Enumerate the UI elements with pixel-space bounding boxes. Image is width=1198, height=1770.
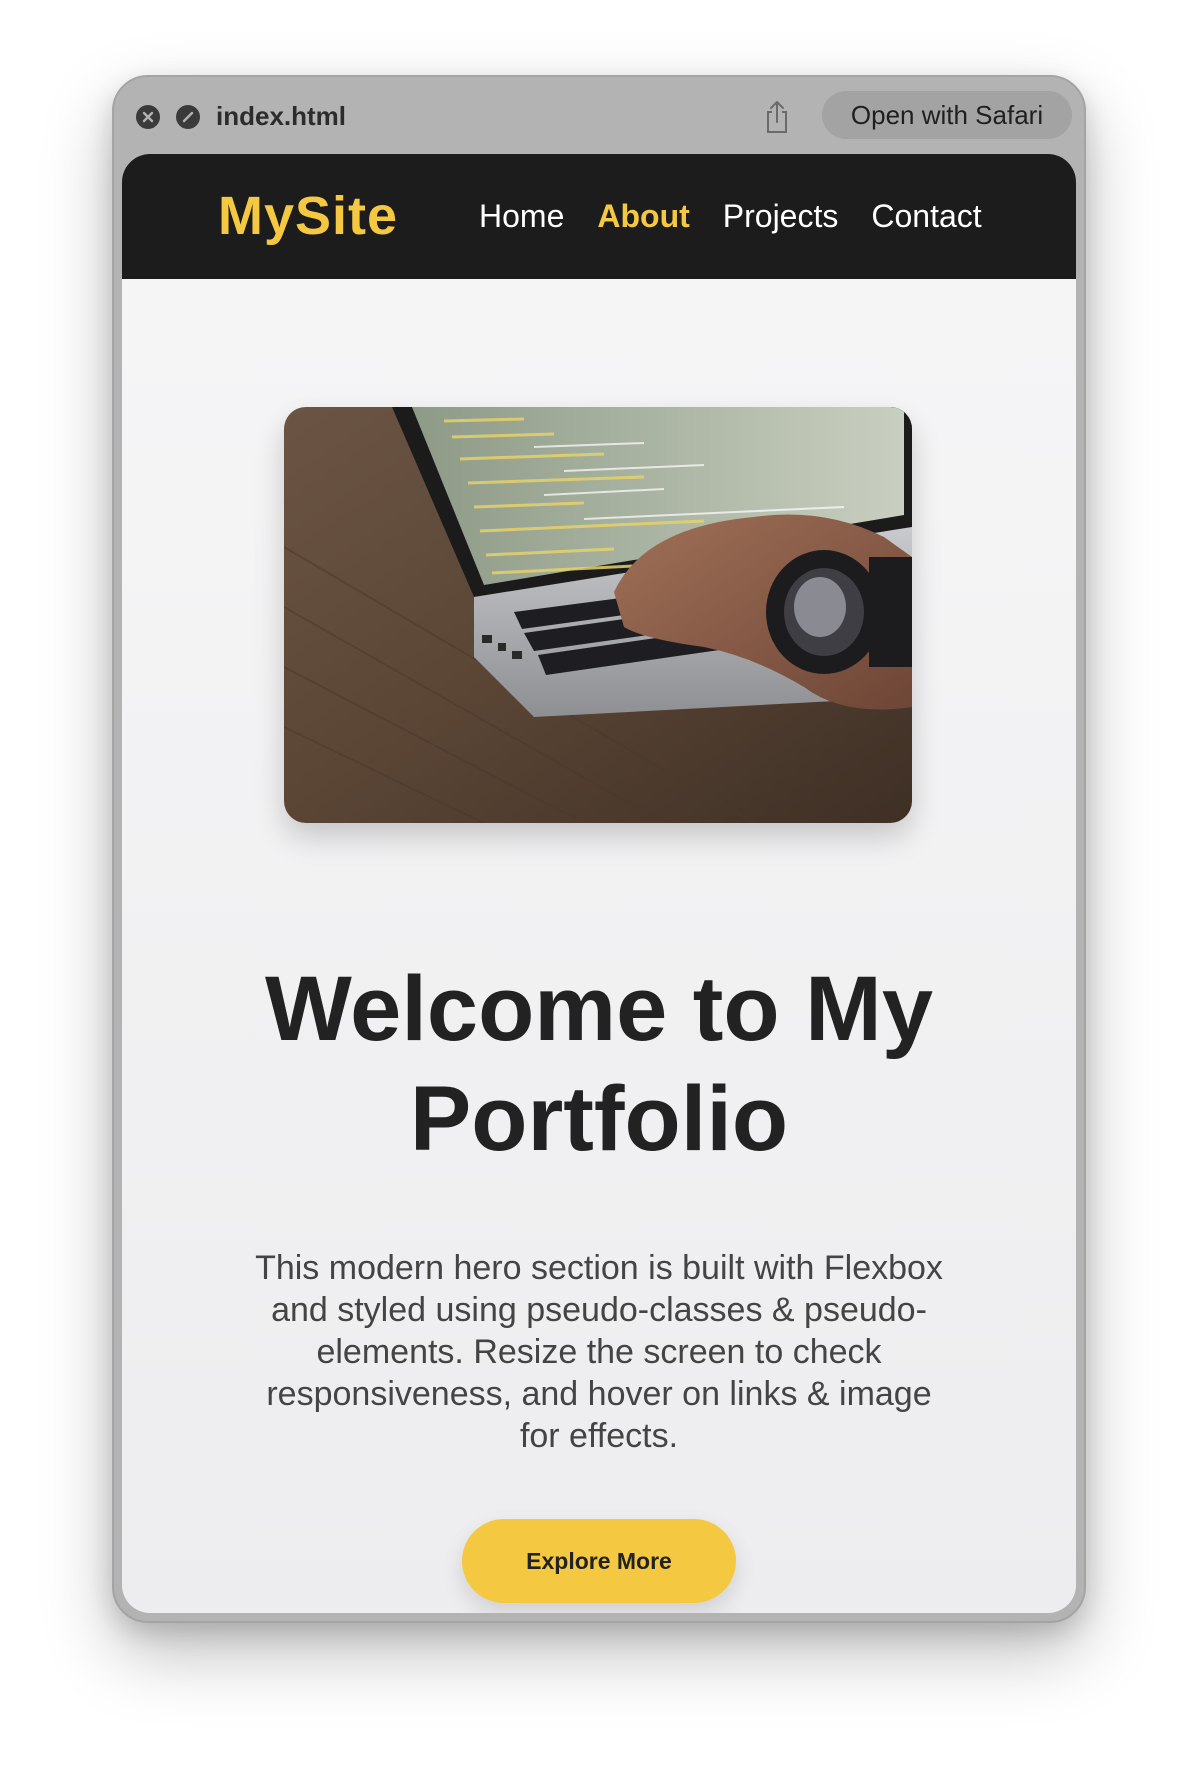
title-bar: index.html Open with Safari — [114, 77, 1084, 154]
navbar: MySite Home About Projects Contact — [122, 154, 1076, 279]
web-page: MySite Home About Projects Contact Welco… — [122, 154, 1076, 1613]
nav-link-about[interactable]: About — [597, 197, 689, 235]
hero-title: Welcome to My Portfolio — [265, 958, 933, 1170]
window-filename: index.html — [216, 101, 347, 131]
nav-links: Home About Projects Contact — [479, 197, 982, 235]
nav-link-projects[interactable]: Projects — [723, 197, 839, 235]
open-with-safari-button[interactable]: Open with Safari — [822, 91, 1072, 139]
quicklook-window: index.html Open with Safari MySite Home … — [112, 75, 1086, 1623]
hero-image[interactable] — [284, 407, 912, 823]
block-icon[interactable] — [176, 105, 200, 129]
share-icon[interactable] — [762, 99, 792, 135]
site-logo[interactable]: MySite — [218, 186, 398, 246]
hero-description: This modern hero section is built with F… — [255, 1249, 943, 1455]
nav-link-contact[interactable]: Contact — [871, 197, 981, 235]
nav-link-home[interactable]: Home — [479, 197, 564, 235]
explore-more-button[interactable]: Explore More — [462, 1519, 736, 1603]
close-icon[interactable] — [136, 105, 160, 129]
